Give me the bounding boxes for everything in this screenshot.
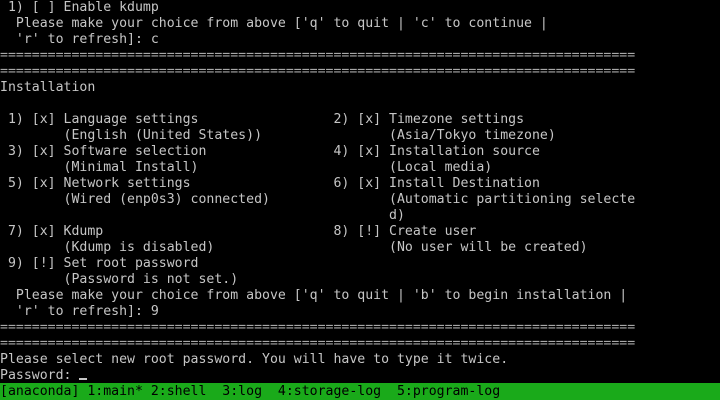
prompt-text: Please make your choice from above ['q' … [0,288,628,303]
password-input[interactable]: Password: [0,368,88,384]
menu-row-4: 7) [x] Kdump 8) [!] Create user [0,224,477,239]
text-cursor [79,378,88,380]
password-instruction: Please select new root password. You wil… [0,352,509,367]
section-title: Installation [0,80,96,95]
separator-rule: ========================================… [0,336,636,351]
menu-row-3-detail-wrap: d) [0,208,405,223]
menu-row-3-detail: (Wired (enp0s3) connected) (Automatic pa… [0,192,636,207]
terminal-line: 'r' to refresh]: c [0,32,159,47]
menu-row-2: 3) [x] Software selection 4) [x] Install… [0,144,540,159]
tmux-status-bar[interactable]: [anaconda] 1:main* 2:shell 3:log 4:stora… [0,383,720,400]
separator-rule: ========================================… [0,320,636,335]
menu-row-5-detail: (Password is not set.) [0,272,239,287]
menu-row-2-detail: (Minimal Install) (Local media) [0,160,493,175]
prompt-text: 'r' to refresh]: 9 [0,304,159,319]
menu-row-5: 9) [!] Set root password [0,256,199,271]
separator-rule: ========================================… [0,48,636,63]
terminal-line: Please make your choice from above ['q' … [0,16,548,31]
separator-rule: ========================================… [0,64,636,79]
menu-row-1: 1) [x] Language settings 2) [x] Timezone… [0,112,525,127]
terminal-line: 1) [ ] Enable kdump [0,0,159,15]
menu-row-4-detail: (Kdump is disabled) (No user will be cre… [0,240,588,255]
menu-row-3: 5) [x] Network settings 6) [x] Install D… [0,176,540,191]
menu-row-1-detail: (English (United States)) (Asia/Tokyo ti… [0,128,556,143]
password-label: Password: [0,368,80,383]
